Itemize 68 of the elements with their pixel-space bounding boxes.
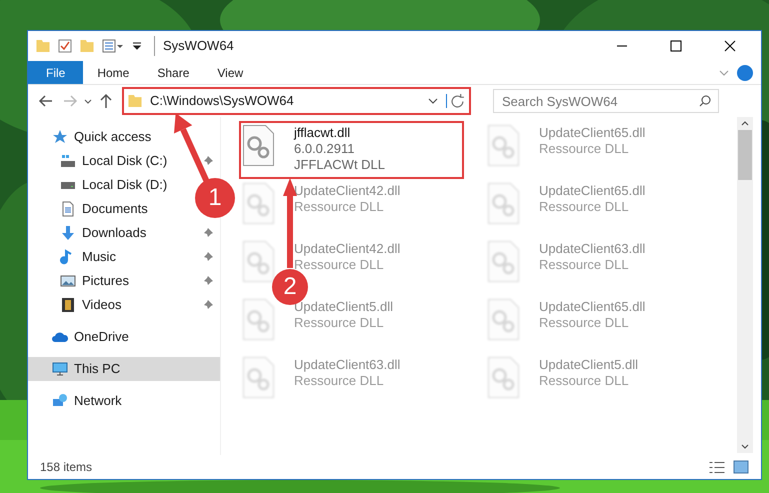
file-detail: Ressource DLL: [294, 199, 385, 215]
nav-item[interactable]: Music: [82, 247, 116, 267]
nav-item[interactable]: This PC: [28, 357, 220, 381]
file-detail: Ressource DLL: [539, 315, 630, 331]
file-detail: Ressource DLL: [294, 373, 385, 389]
ribbon-tab[interactable]: View: [203, 61, 258, 84]
file-name: UpdateClient65.dll: [539, 125, 646, 141]
star-icon: [52, 129, 68, 145]
network-icon: [52, 393, 68, 409]
file-name: UpdateClient42.dll: [294, 183, 400, 199]
file-name: UpdateClient65.dll: [539, 183, 646, 199]
dropdown-icon[interactable]: [132, 42, 142, 50]
nav-item[interactable]: Local Disk (C:): [82, 151, 168, 171]
download-arrow-icon: [60, 225, 76, 241]
scrollbar[interactable]: [737, 117, 753, 453]
window-title: SysWOW64: [154, 36, 234, 56]
file-detail: Ressource DLL: [539, 257, 630, 273]
file-name: UpdateClient42.dll: [294, 241, 400, 257]
film-icon: [60, 297, 76, 313]
ribbon-tab[interactable]: Share: [143, 61, 204, 84]
drive-icon: [60, 153, 76, 169]
document-icon: [60, 201, 76, 217]
pin-icon[interactable]: [202, 227, 214, 239]
search-icon: [699, 95, 711, 107]
file-detail: Ressource DLL: [539, 199, 630, 215]
nav-item[interactable]: Downloads: [82, 223, 146, 243]
monitor-icon: [52, 361, 68, 377]
file-name: UpdateClient63.dll: [539, 241, 646, 257]
file-detail: 6.0.0.2911: [294, 141, 356, 157]
scrollbar-thumb[interactable]: [738, 130, 752, 180]
refresh-icon[interactable]: [451, 94, 465, 108]
nav-item[interactable]: Pictures: [82, 271, 129, 291]
dropdown-icon[interactable]: [84, 98, 92, 104]
pin-icon[interactable]: [202, 155, 214, 167]
chevron-icon[interactable]: [428, 98, 438, 104]
large-icons-view-icon[interactable]: [733, 460, 749, 474]
file-detail: JFFLACWt DLL: [294, 157, 386, 173]
nav-item[interactable]: Network: [28, 389, 220, 413]
chevron-icon[interactable]: [741, 121, 749, 126]
file-detail: Ressource DLL: [539, 373, 630, 389]
nav-item[interactable]: OneDrive: [28, 325, 220, 349]
address-bar[interactable]: C:\Windows\SysWOW64: [122, 87, 471, 115]
ribbon-tab[interactable]: File: [28, 61, 84, 84]
file-name: UpdateClient65.dll: [539, 299, 646, 315]
picture-icon: [60, 273, 76, 289]
nav-item[interactable]: Local Disk (D:): [82, 175, 168, 195]
help-icon[interactable]: [737, 64, 753, 80]
details-view-icon[interactable]: [709, 462, 725, 472]
checklist-icon[interactable]: [58, 39, 72, 53]
item-count: 158 items: [40, 459, 92, 476]
nav-item[interactable]: Videos: [82, 295, 122, 315]
file-name: UpdateClient63.dll: [294, 357, 400, 373]
file-name: jfflacwt.dll: [294, 125, 352, 141]
file-item[interactable]: jfflacwt.dll 6.0.0.2911 JFFLACWt DLL: [239, 121, 464, 179]
folder-icon: [128, 95, 142, 107]
pin-icon[interactable]: [202, 275, 214, 287]
pin-icon[interactable]: [202, 251, 214, 263]
chevron-icon[interactable]: [741, 444, 749, 449]
nav-item[interactable]: Quick access: [28, 125, 220, 149]
properties-icon[interactable]: [102, 39, 124, 53]
ribbon-tab[interactable]: Home: [83, 61, 144, 84]
file-detail: Ressource DLL: [539, 141, 630, 157]
nav-item[interactable]: Documents: [82, 199, 148, 219]
file-name: UpdateClient5.dll: [539, 357, 638, 373]
file-detail: Ressource DLL: [294, 315, 385, 331]
search-field[interactable]: Search SysWOW64: [493, 89, 719, 113]
address-path: C:\Windows\SysWOW64: [150, 92, 295, 110]
pin-icon[interactable]: [202, 299, 214, 311]
